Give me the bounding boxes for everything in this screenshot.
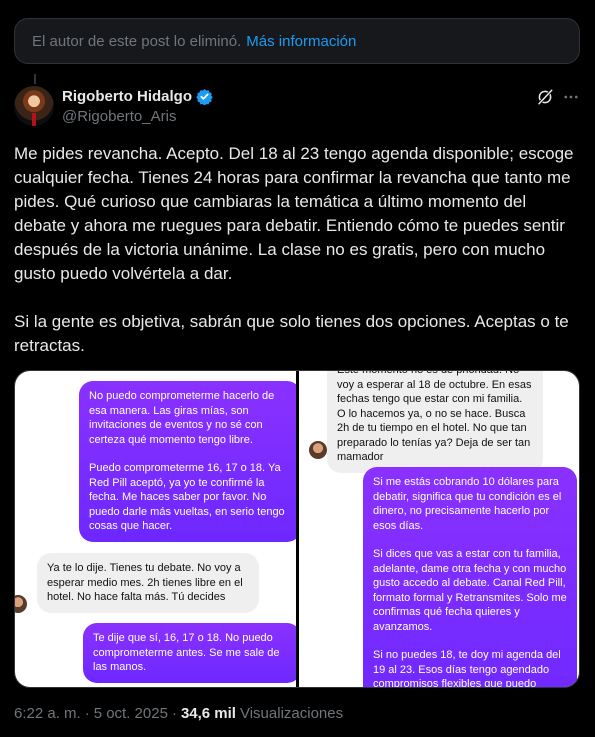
more-options-icon[interactable]	[561, 88, 581, 106]
more-info-link[interactable]: Más información	[246, 33, 356, 50]
chat-bubble-outgoing: Si me estás cobrando 10 dólares para deb…	[363, 467, 577, 687]
author-handle[interactable]: @Rigoberto_Aris	[62, 108, 176, 125]
thread-connector	[34, 74, 36, 84]
chat-bubble-outgoing: Te dije que sí, 16, 17 o 18. No puedo co…	[83, 623, 296, 683]
post-text: Me pides revancha. Acepto. Del 18 al 23 …	[14, 142, 580, 358]
bubble-text: Si dices que vas a estar con tu familia,…	[373, 548, 567, 633]
bubble-text: Si no puedes 18, te doy mi agenda del 19…	[373, 649, 561, 687]
bubble-text: Ya te lo dije. Tienes tu debate. No voy …	[47, 562, 243, 603]
bubble-text: Este momento no es de prioridad. No voy …	[337, 371, 532, 463]
chat-bubble-incoming: Este momento no es de prioridad. No voy …	[327, 371, 543, 473]
deleted-notice-text: El autor de este post lo eliminó.	[32, 32, 242, 50]
meta-separator: ·	[171, 705, 177, 722]
author-name-row: Rigoberto Hidalgo	[62, 88, 213, 105]
chat-bubble-outgoing: No puedo comprometerme hacerlo de esa ma…	[79, 381, 296, 542]
author-name[interactable]: Rigoberto Hidalgo	[62, 88, 192, 105]
meta-separator: ·	[84, 705, 90, 722]
bubble-text: Puedo comprometerme 16, 17 o 18. Ya Red …	[89, 462, 285, 532]
contact-avatar	[15, 595, 27, 613]
views-label: Visualizaciones	[239, 705, 344, 722]
contact-avatar	[309, 441, 327, 459]
verified-badge-icon	[196, 89, 213, 105]
bubble-text: No puedo comprometerme hacerlo de esa ma…	[89, 390, 275, 446]
post-paragraph-2: Si la gente es objetiva, sabrán que solo…	[14, 312, 569, 355]
post-time[interactable]: 6:22 a. m.	[14, 705, 81, 722]
post-paragraph-1: Me pides revancha. Acepto. Del 18 al 23 …	[14, 144, 574, 283]
post-media[interactable]: No puedo comprometerme hacerlo de esa ma…	[14, 370, 580, 688]
deleted-post-notice: El autor de este post lo eliminó. Más in…	[14, 18, 580, 64]
author-avatar[interactable]	[14, 86, 54, 126]
chat-screenshot-left[interactable]: No puedo comprometerme hacerlo de esa ma…	[15, 371, 296, 687]
grok-icon[interactable]	[536, 88, 554, 106]
bubble-text: Te dije que sí, 16, 17 o 18. No puedo co…	[93, 632, 280, 673]
post-meta: 6:22 a. m. · 5 oct. 2025 · 34,6 mil Visu…	[14, 705, 343, 722]
bubble-text: Si me estás cobrando 10 dólares para deb…	[373, 476, 562, 532]
chat-bubble-incoming: Ya te lo dije. Tienes tu debate. No voy …	[37, 553, 259, 613]
chat-screenshot-right[interactable]: Este momento no es de prioridad. No voy …	[299, 371, 579, 687]
views-count: 34,6 mil	[180, 705, 236, 722]
post-date[interactable]: 5 oct. 2025	[94, 705, 168, 722]
